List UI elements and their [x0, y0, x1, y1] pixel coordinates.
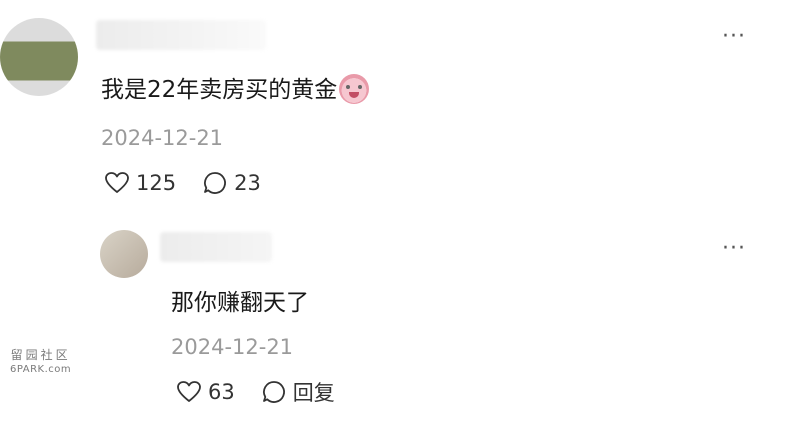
like-button[interactable]: 125	[104, 171, 176, 195]
reply-text: 那你赚翻天了	[171, 290, 309, 316]
comment-actions: 125 23	[104, 170, 287, 196]
heart-icon	[177, 381, 201, 402]
comment-bubble-icon	[204, 172, 227, 194]
crying-face-emoji-icon	[339, 74, 370, 104]
reply-button-label: 回复	[292, 381, 335, 405]
reply-like-button[interactable]: 63	[176, 380, 235, 404]
reply-avatar[interactable]	[100, 230, 148, 278]
avatar[interactable]	[0, 18, 78, 96]
reply-count: 23	[234, 171, 261, 195]
reply-count-button[interactable]: 23	[202, 170, 261, 196]
reply-username-blurred[interactable]	[160, 232, 272, 262]
heart-icon	[105, 172, 129, 193]
comment-text-body: 我是22年卖房买的黄金	[101, 77, 338, 103]
comment-text: 我是22年卖房买的黄金	[101, 70, 370, 104]
comment-date: 2024-12-21	[101, 126, 224, 150]
reply-date: 2024-12-21	[171, 335, 294, 359]
comment-bubble-icon	[262, 381, 285, 403]
reply-more-options-icon[interactable]: ···	[722, 236, 746, 261]
more-options-icon[interactable]: ···	[722, 24, 746, 49]
watermark: 留园社区 6PARK.com	[10, 346, 71, 375]
watermark-cn: 留园社区	[10, 348, 71, 362]
like-count: 125	[136, 171, 177, 195]
username-blurred[interactable]	[96, 20, 266, 50]
reply-button[interactable]: 回复	[261, 377, 335, 407]
watermark-en: 6PARK.com	[10, 364, 72, 375]
reply-like-count: 63	[208, 380, 235, 404]
reply-actions: 63 回复	[176, 377, 361, 407]
